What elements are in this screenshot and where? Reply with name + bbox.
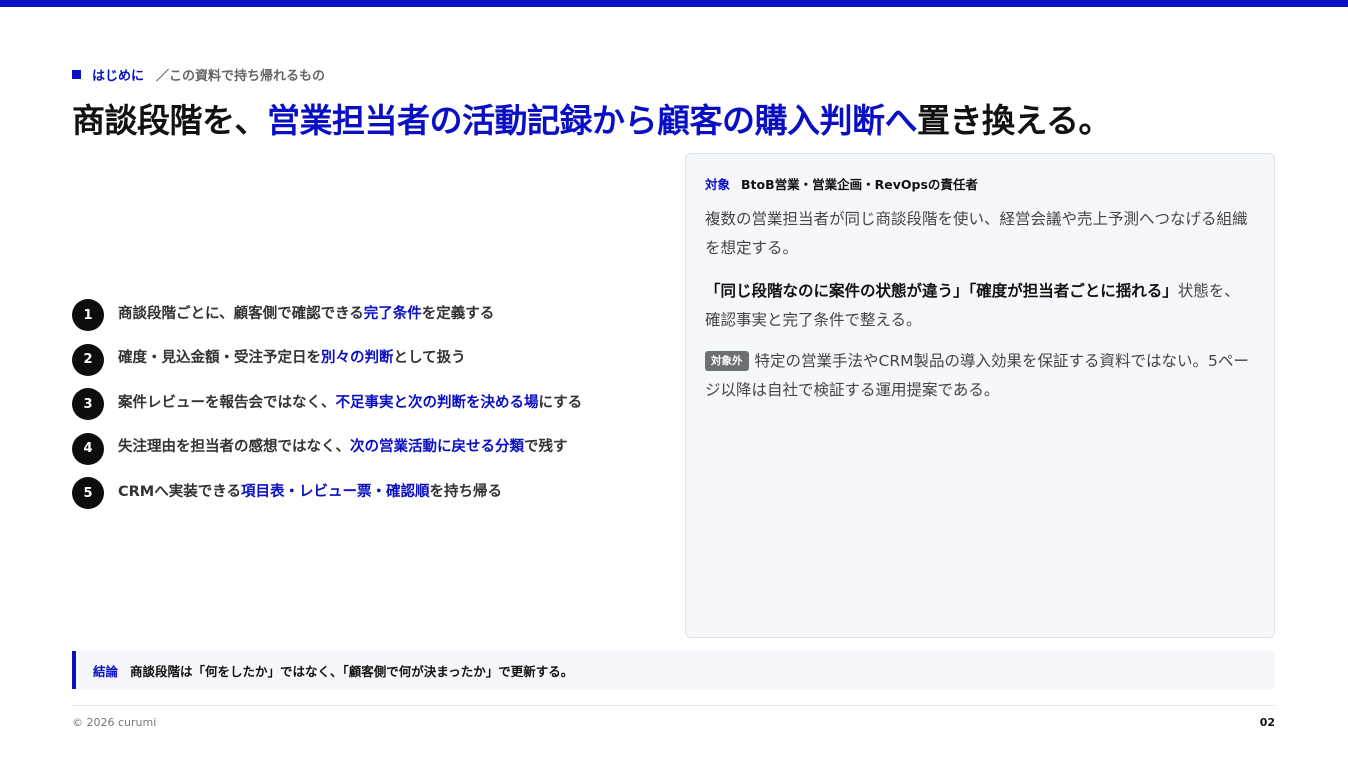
panel-paragraph-3: 対象外 特定の営業手法やCRM製品の導入効果を保証する資料ではない。5ページ以降は… [705, 347, 1254, 405]
title-part2: 置き換える。 [917, 101, 1112, 140]
item-highlight: 不足事実と次の判断を決める場 [335, 394, 539, 411]
page-title: 商談段階を、営業担当者の活動記録から顧客の購入判断へ置き換える。 [72, 94, 1112, 142]
title-highlight: 営業担当者の活動記録から顧客の購入判断へ [267, 101, 918, 140]
item-highlight: 項目表・レビュー票・確認順 [240, 483, 430, 500]
page-number: 02 [1259, 716, 1275, 729]
number-badge: 5 [72, 477, 104, 510]
item-post: にする [538, 394, 583, 411]
panel-paragraph-3-text: 特定の営業手法やCRM製品の導入効果を保証する資料ではない。5ページ以降は自社で… [705, 352, 1249, 399]
conclusion-text: 商談段階は「何をしたか」ではなく、「顧客側で何が決まったか」で更新する。 [130, 663, 574, 679]
list-item: 5 CRMへ実装できる項目表・レビュー票・確認順を持ち帰る [72, 468, 662, 513]
footer-divider [72, 705, 1275, 706]
item-pre: CRMへ実装できる [118, 483, 241, 500]
item-pre: 案件レビューを報告会ではなく、 [118, 394, 336, 411]
audience-panel: 対象 BtoB営業・営業企画・RevOpsの責任者 複数の営業担当者が同じ商談段… [685, 153, 1275, 638]
section-square-icon [72, 69, 81, 79]
list-item: 4 失注理由を担当者の感想ではなく、次の営業活動に戻せる分類で残す [72, 424, 662, 469]
conclusion-label: 結論 [93, 663, 119, 679]
item-post: で残す [524, 439, 568, 456]
list-item-text: 案件レビューを報告会ではなく、不足事実と次の判断を決める場にする [118, 391, 582, 412]
number-badge: 1 [72, 299, 104, 332]
number-badge: 3 [72, 388, 104, 421]
out-of-scope-badge: 対象外 [705, 351, 749, 371]
number-badge: 2 [72, 343, 104, 376]
title-part1: 商談段階を、 [72, 101, 268, 140]
target-value: BtoB営業・営業企画・RevOpsの責任者 [741, 177, 978, 192]
target-line: 対象 BtoB営業・営業企画・RevOpsの責任者 [705, 174, 1254, 193]
section-main: はじめに [92, 68, 145, 84]
list-item: 1 商談段階ごとに、顧客側で確認できる完了条件を定義する [72, 290, 662, 335]
list-item-text: 商談段階ごとに、顧客側で確認できる完了条件を定義する [118, 302, 494, 323]
copyright: © 2026 curumi [72, 716, 157, 729]
item-post: として扱う [393, 350, 466, 367]
takeaway-list: 1 商談段階ごとに、顧客側で確認できる完了条件を定義する 2 確度・見込金額・受… [72, 290, 662, 513]
item-pre: 商談段階ごとに、顧客側で確認できる [118, 305, 364, 322]
panel-paragraph-1: 複数の営業担当者が同じ商談段階を使い、経営会議や売上予測へつなげる組織を想定する… [705, 210, 1248, 257]
list-item-text: 失注理由を担当者の感想ではなく、次の営業活動に戻せる分類で残す [118, 435, 568, 456]
conclusion-bar: 結論 商談段階は「何をしたか」ではなく、「顧客側で何が決まったか」で更新する。 [72, 651, 1275, 689]
panel-strong-text: 「同じ段階なのに案件の状態が違う」「確度が担当者ごとに揺れる」 [705, 282, 1178, 300]
list-item-text: 確度・見込金額・受注予定日を別々の判断として扱う [118, 346, 466, 367]
item-highlight: 次の営業活動に戻せる分類 [350, 439, 524, 456]
item-highlight: 完了条件 [363, 305, 422, 322]
item-post: を定義する [421, 305, 495, 322]
panel-paragraph-2: 「同じ段階なのに案件の状態が違う」「確度が担当者ごとに揺れる」状態を、確認事実と… [705, 277, 1254, 335]
list-item-text: CRMへ実装できる項目表・レビュー票・確認順を持ち帰る [118, 480, 502, 501]
section-label: はじめに ／この資料で持ち帰れるもの [72, 66, 326, 84]
item-pre: 失注理由を担当者の感想ではなく、 [118, 439, 350, 456]
item-post: を持ち帰る [429, 483, 502, 500]
number-badge: 4 [72, 432, 104, 465]
section-sub: ／この資料で持ち帰れるもの [156, 68, 326, 84]
list-item: 2 確度・見込金額・受注予定日を別々の判断として扱う [72, 335, 662, 380]
target-label: 対象 [705, 177, 731, 192]
top-accent-bar [0, 0, 1348, 7]
item-highlight: 別々の判断 [321, 350, 394, 367]
item-pre: 確度・見込金額・受注予定日を [118, 350, 321, 367]
list-item: 3 案件レビューを報告会ではなく、不足事実と次の判断を決める場にする [72, 379, 662, 424]
